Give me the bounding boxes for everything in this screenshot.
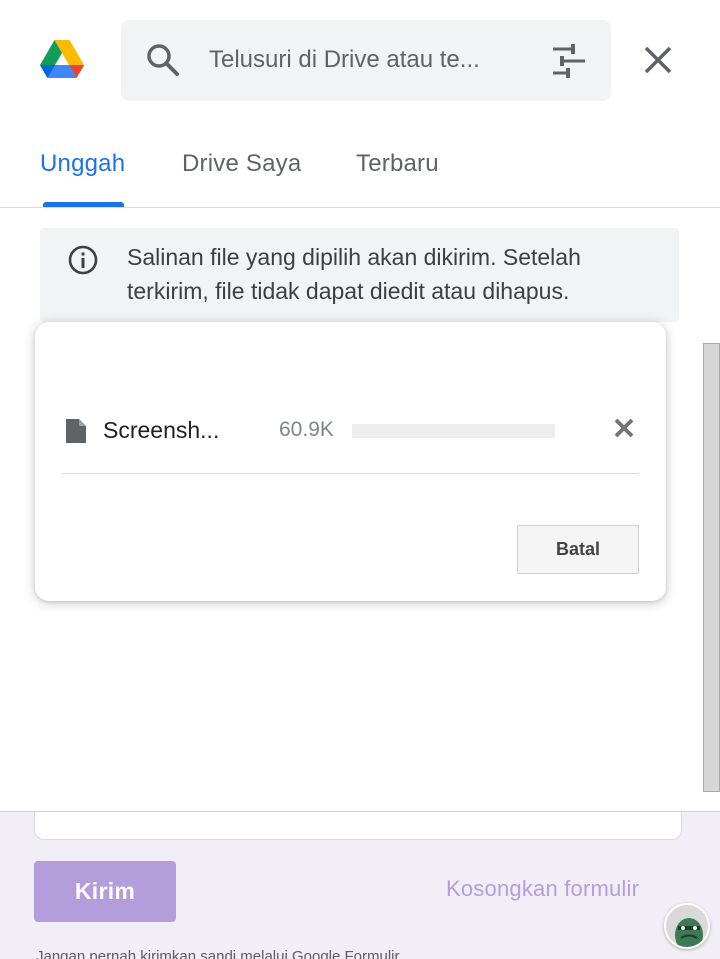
scrollbar[interactable] — [703, 343, 720, 792]
upload-dialog: Screensh... 60.9K Batal — [35, 322, 666, 601]
google-drive-logo — [40, 40, 84, 80]
form-footer-note: Jangan pernah kirimkan sandi melalui Goo… — [36, 948, 403, 959]
upload-progress-bar — [352, 424, 555, 438]
tab-drive-saya[interactable]: Drive Saya — [182, 150, 301, 178]
upload-file-row: Screensh... 60.9K — [62, 402, 639, 474]
avatar[interactable] — [664, 903, 710, 949]
tune-icon[interactable] — [551, 44, 587, 78]
file-size: 60.9K — [279, 418, 334, 441]
file-name: Screensh... — [103, 417, 220, 443]
search-icon[interactable] — [145, 42, 181, 78]
close-icon[interactable] — [640, 42, 676, 78]
tab-terbaru[interactable]: Terbaru — [356, 150, 439, 178]
picker-header — [0, 0, 720, 120]
search-bar[interactable] — [121, 20, 611, 101]
info-banner: Salinan file yang dipilih akan dikirim. … — [40, 228, 679, 322]
tab-unggah[interactable]: Unggah — [40, 150, 125, 178]
search-input[interactable] — [209, 42, 509, 78]
info-icon — [67, 244, 99, 276]
file-icon — [64, 418, 88, 444]
cancel-button[interactable]: Batal — [517, 525, 639, 574]
cancel-upload-icon[interactable] — [613, 417, 635, 439]
info-text: Salinan file yang dipilih akan dikirim. … — [127, 244, 581, 304]
clear-form-link[interactable]: Kosongkan formulir — [446, 876, 639, 902]
active-tab-indicator — [43, 202, 124, 207]
picker-tabs: Unggah Drive Saya Terbaru — [0, 128, 720, 208]
submit-button[interactable]: Kirim — [34, 861, 176, 922]
